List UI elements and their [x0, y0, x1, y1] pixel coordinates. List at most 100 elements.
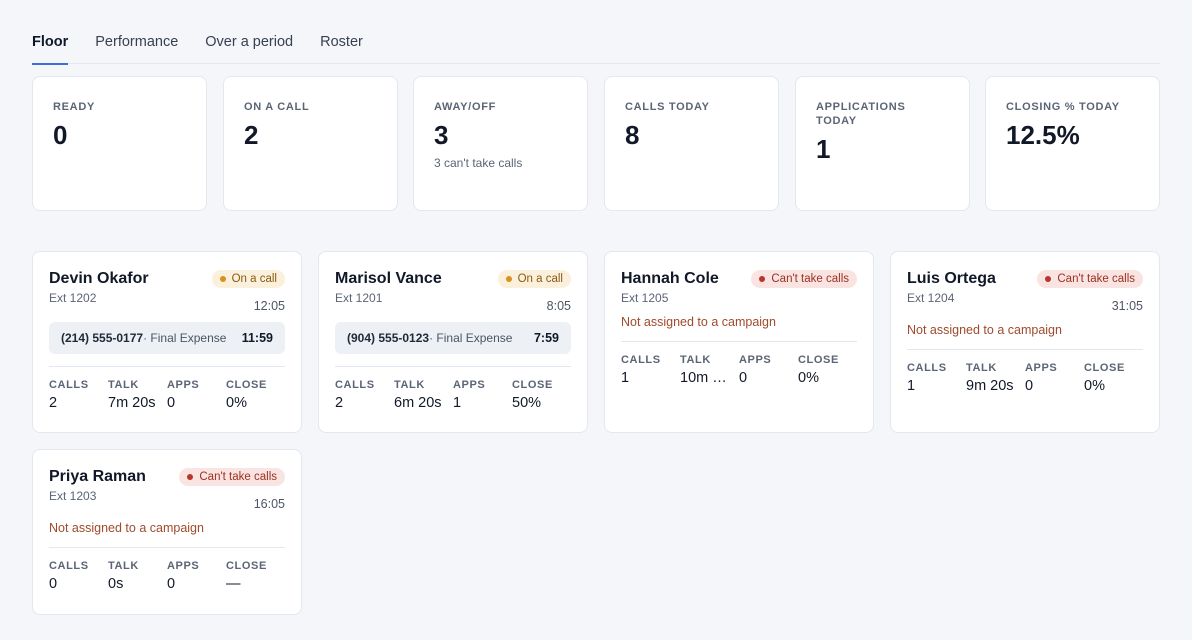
agent-metrics: CALLS 0 TALK 0s APPS 0 CLOSE —: [49, 560, 285, 592]
agent-metrics: CALLS 2 TALK 6m 20s APPS 1 CLOSE 50%: [335, 379, 571, 411]
metric-value-close: 0%: [226, 395, 247, 411]
metric-value-calls: 2: [49, 395, 58, 411]
metric-label-calls: CALLS: [49, 379, 89, 391]
agent-extension: Ext 1204: [907, 291, 955, 305]
status-dot-icon: [505, 276, 512, 282]
call-phone-number: (214) 555-0177: [61, 331, 144, 345]
status-label: Can't take calls: [199, 471, 277, 483]
metric-label-talk: TALK: [108, 379, 139, 391]
tab-performance[interactable]: Performance: [95, 22, 178, 64]
call-duration: 11:59: [241, 331, 273, 345]
stat-card-calls-today: CALLS TODAY 8: [604, 76, 779, 211]
active-call-bar[interactable]: (904) 555-0123 · Final Expense 7:59: [335, 322, 571, 354]
agent-metrics: CALLS 1 TALK 9m 20s APPS 0 CLOSE 0%: [907, 362, 1143, 394]
status-badge: Can't take calls: [179, 468, 285, 486]
call-duration: 7:59: [533, 331, 559, 345]
status-label: Can't take calls: [1057, 273, 1135, 285]
agent-name: Luis Ortega: [907, 270, 996, 287]
metric-label-talk: TALK: [108, 560, 139, 572]
agent-card-hannah-cole[interactable]: Hannah Cole Can't take calls Ext 1205 No…: [604, 251, 874, 433]
status-timer: 16:05: [253, 497, 285, 511]
metric-label-calls: CALLS: [335, 379, 375, 391]
status-dot-icon: [187, 474, 194, 480]
metric-label-apps: APPS: [739, 354, 772, 366]
divider: [335, 366, 571, 367]
stat-label: READY: [53, 101, 96, 113]
campaign-warning: Not assigned to a campaign: [49, 521, 204, 535]
stat-subtext: 3 can't take calls: [434, 156, 523, 170]
agent-name: Priya Raman: [49, 468, 146, 485]
metric-value-calls: 2: [335, 395, 344, 411]
metric-label-talk: TALK: [680, 354, 711, 366]
tab-roster[interactable]: Roster: [320, 22, 363, 64]
stat-card-away-off: AWAY/OFF 3 3 can't take calls: [413, 76, 588, 211]
stat-card-closing-percent-today: CLOSING % TODAY 12.5%: [985, 76, 1160, 211]
agent-card-priya-raman[interactable]: Priya Raman Can't take calls Ext 1203 16…: [32, 449, 302, 615]
metric-value-calls: 1: [621, 370, 630, 386]
stat-value: 12.5%: [1006, 120, 1080, 150]
agent-card-devin-okafor[interactable]: Devin Okafor On a call Ext 1202 12:05 (2…: [32, 251, 302, 433]
metric-value-apps: 0: [739, 370, 748, 386]
agent-metrics: CALLS 1 TALK 10m 20s APPS 0 CLOSE 0%: [621, 354, 857, 386]
agent-extension: Ext 1201: [335, 291, 383, 305]
metric-label-talk: TALK: [966, 362, 997, 374]
metric-value-apps: 0: [167, 395, 176, 411]
stat-label: CLOSING % TODAY: [1006, 101, 1120, 113]
metric-label-calls: CALLS: [49, 560, 89, 572]
tab-floor[interactable]: Floor: [32, 22, 69, 65]
divider: [621, 341, 857, 342]
tab-over-a-period[interactable]: Over a period: [205, 22, 293, 64]
status-badge: On a call: [211, 270, 285, 288]
call-campaign: · Final Expense: [429, 331, 513, 345]
metric-label-close: CLOSE: [798, 354, 839, 366]
metric-value-apps: 1: [453, 395, 462, 411]
active-call-bar[interactable]: (214) 555-0177 · Final Expense 11:59: [49, 322, 285, 354]
agent-name: Marisol Vance: [335, 270, 442, 287]
stat-value: 2: [244, 120, 259, 150]
stat-label: CALLS TODAY: [625, 101, 710, 113]
stat-value: 3: [434, 120, 449, 150]
agent-extension: Ext 1202: [49, 291, 97, 305]
agent-extension: Ext 1205: [621, 291, 669, 305]
status-timer: 12:05: [253, 299, 285, 313]
metric-value-calls: 1: [907, 378, 916, 394]
status-label: Can't take calls: [771, 273, 849, 285]
status-dot-icon: [759, 276, 766, 282]
metric-label-calls: CALLS: [907, 362, 947, 374]
status-label: On a call: [231, 273, 277, 285]
metric-label-apps: APPS: [1025, 362, 1058, 374]
agent-card-marisol-vance[interactable]: Marisol Vance On a call Ext 1201 8:05 (9…: [318, 251, 588, 433]
metric-label-apps: APPS: [167, 560, 200, 572]
metric-value-talk: 10m 20s: [680, 370, 732, 386]
stat-label: AWAY/OFF: [434, 101, 497, 113]
metric-label-talk: TALK: [394, 379, 425, 391]
stat-label: ON A CALL: [244, 101, 310, 113]
divider: [49, 366, 285, 367]
metric-label-close: CLOSE: [512, 379, 553, 391]
metric-label-close: CLOSE: [1084, 362, 1125, 374]
view-tabs: Floor Performance Over a period Roster: [32, 22, 1160, 65]
status-label: On a call: [517, 273, 563, 285]
status-timer: 8:05: [546, 299, 571, 313]
status-badge: Can't take calls: [751, 270, 857, 288]
agent-card-luis-ortega[interactable]: Luis Ortega Can't take calls Ext 1204 31…: [890, 251, 1160, 433]
metric-value-close: —: [226, 576, 241, 592]
stat-card-on-a-call: ON A CALL 2: [223, 76, 398, 211]
stat-card-applications-today: APPLICATIONS TODAY 1: [795, 76, 970, 211]
status-badge: Can't take calls: [1037, 270, 1143, 288]
call-campaign: · Final Expense: [143, 331, 227, 345]
status-timer: 31:05: [1111, 299, 1143, 313]
metric-value-talk: 6m 20s: [394, 395, 442, 411]
metric-label-apps: APPS: [453, 379, 486, 391]
stat-value: 1: [816, 134, 831, 164]
metric-value-close: 50%: [512, 395, 542, 411]
status-badge: On a call: [497, 270, 571, 288]
agent-name: Devin Okafor: [49, 270, 149, 287]
metric-label-close: CLOSE: [226, 560, 267, 572]
metric-value-close: 0%: [1084, 378, 1105, 394]
status-dot-icon: [219, 276, 226, 282]
metric-value-talk: 7m 20s: [108, 395, 156, 411]
divider: [49, 547, 285, 548]
stat-value: 0: [53, 120, 68, 150]
metric-value-apps: 0: [167, 576, 176, 592]
